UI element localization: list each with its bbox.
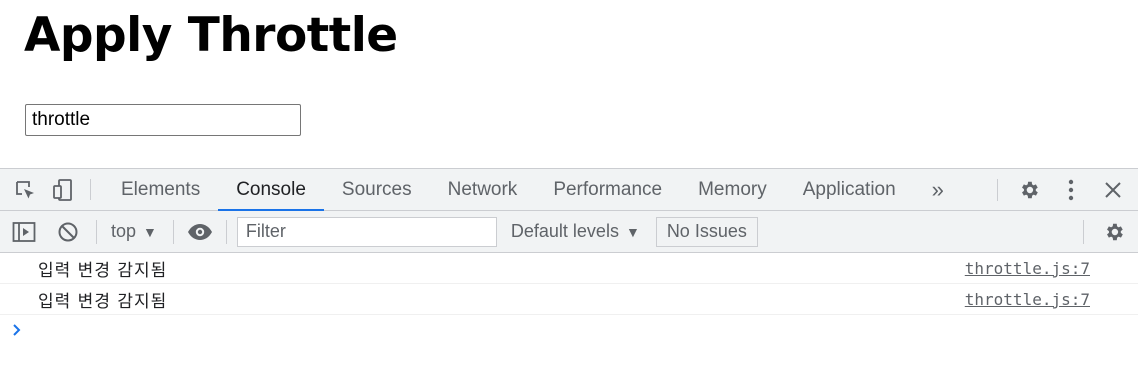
more-tabs-icon[interactable]: »	[914, 169, 958, 210]
toolbar-divider	[1083, 219, 1084, 244]
context-label: top	[111, 221, 137, 241]
show-sidebar-icon[interactable]	[2, 211, 46, 252]
more-options-icon[interactable]	[1050, 169, 1092, 210]
console-prompt[interactable]	[0, 315, 1138, 345]
inspect-element-icon[interactable]	[10, 169, 40, 210]
console-output: 입력 변경 감지됨 throttle.js:7 입력 변경 감지됨 thrott…	[0, 253, 1138, 345]
log-source-link[interactable]: throttle.js:7	[965, 259, 1090, 278]
tab-console[interactable]: Console	[218, 169, 324, 211]
tab-label: Sources	[341, 178, 412, 200]
tab-application[interactable]: Application	[785, 169, 914, 210]
tab-performance[interactable]: Performance	[535, 169, 680, 210]
log-message: 입력 변경 감지됨	[38, 291, 168, 312]
dropdown-arrow-icon: ▼	[143, 223, 157, 240]
close-icon[interactable]	[1092, 169, 1134, 210]
tab-sources[interactable]: Sources	[324, 169, 430, 210]
tab-label: Elements	[121, 178, 201, 200]
devtools-panel: Elements Console Sources Network Perform…	[0, 168, 1138, 386]
tab-label: Application	[802, 178, 896, 200]
live-expression-eye-icon[interactable]	[180, 211, 220, 252]
issues-button[interactable]: No Issues	[655, 216, 758, 247]
tab-network[interactable]: Network	[430, 169, 536, 210]
toolbar-divider	[96, 219, 97, 244]
toolbar-divider	[90, 179, 91, 200]
log-source-link[interactable]: throttle.js:7	[965, 290, 1090, 309]
console-log-row: 입력 변경 감지됨 throttle.js:7	[0, 253, 1138, 284]
log-message: 입력 변경 감지됨	[38, 260, 168, 281]
toolbar-divider	[225, 219, 227, 244]
web-page: Apply Throttle	[0, 0, 1138, 168]
clear-console-icon[interactable]	[46, 211, 90, 252]
console-log-row: 입력 변경 감지됨 throttle.js:7	[0, 284, 1138, 315]
filter-input[interactable]	[236, 216, 497, 247]
toolbar-divider	[997, 178, 998, 201]
levels-label: Default levels	[510, 221, 619, 241]
dropdown-arrow-icon: ▼	[625, 223, 640, 240]
devtools-window-controls	[997, 169, 1138, 210]
tab-label: Console	[236, 178, 306, 200]
prompt-chevron-icon	[13, 324, 21, 336]
log-levels-dropdown[interactable]: Default levels ▼	[497, 221, 650, 242]
console-toolbar: top ▼ Default levels ▼ No Issues	[0, 211, 1138, 253]
tab-elements[interactable]: Elements	[103, 169, 218, 210]
tab-memory[interactable]: Memory	[680, 169, 785, 210]
tab-label: Network	[447, 178, 518, 200]
toolbar-divider	[172, 219, 174, 244]
page-title: Apply Throttle	[24, 8, 398, 63]
throttle-text-input[interactable]	[25, 104, 301, 136]
console-settings-gear-icon[interactable]	[1092, 211, 1136, 252]
settings-gear-icon[interactable]	[1008, 169, 1050, 210]
devtools-tabbar: Elements Console Sources Network Perform…	[0, 169, 1138, 211]
context-selector[interactable]: top ▼	[103, 221, 167, 242]
console-toolbar-right	[1083, 211, 1138, 252]
tab-label: Memory	[698, 178, 767, 200]
device-toolbar-icon[interactable]	[48, 169, 78, 210]
tab-label: Performance	[553, 178, 663, 200]
